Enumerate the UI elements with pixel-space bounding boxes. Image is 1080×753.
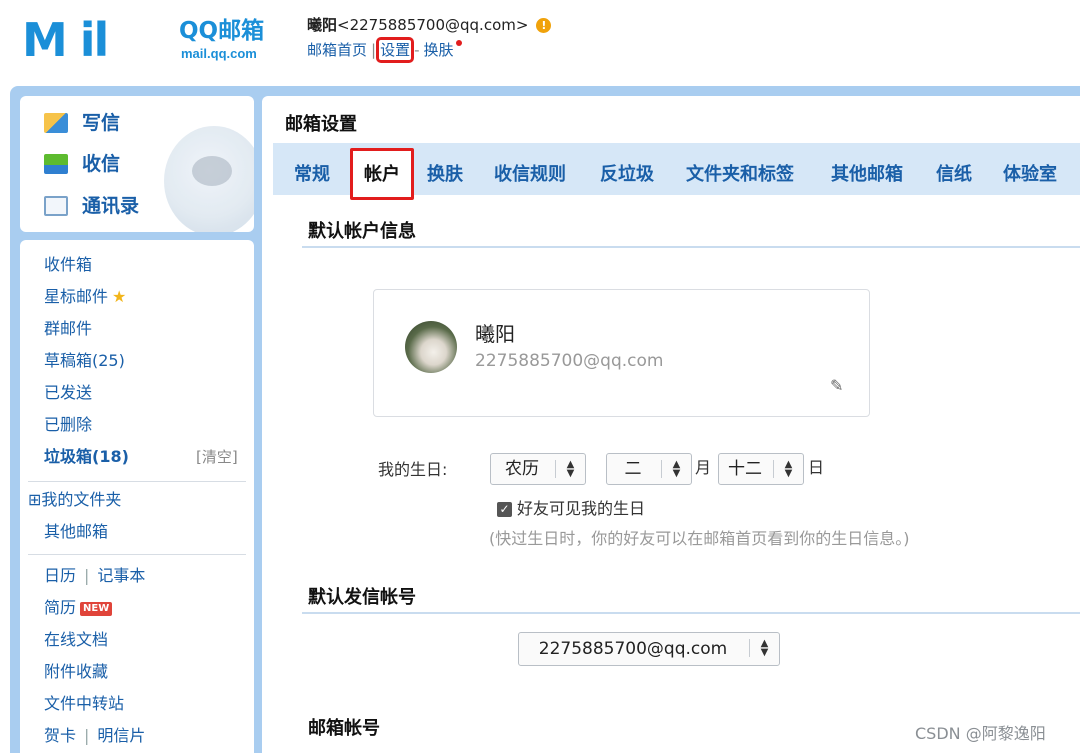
tab-stationery[interactable]: 信纸 [936, 143, 972, 195]
skin-link[interactable]: 换肤 [424, 41, 454, 59]
highlight-box [350, 148, 414, 200]
watermark: CSDN @阿黎逸阳 [915, 724, 1046, 743]
user-email: <2275885700@qq.com> [337, 16, 529, 34]
tab-antispam[interactable]: 反垃圾 [600, 143, 654, 195]
sidebar-actions: 写信 收信 通讯录 [20, 96, 254, 232]
top-links: 邮箱首页 | 设置 - 换肤 [307, 37, 462, 63]
sidebar-tools-row-2: 贺卡 | 明信片 [44, 725, 145, 747]
logo-brand: QQ邮箱 [179, 18, 265, 44]
new-badge: NEW [80, 601, 113, 616]
inbox-label: 收信 [82, 153, 121, 175]
month-unit: 月 [695, 458, 712, 477]
profile-name: 曦阳 [475, 322, 515, 346]
cards-link[interactable]: 贺卡 [44, 726, 76, 745]
divider [302, 246, 1080, 248]
star-icon: ★ [112, 287, 127, 306]
logo-url: mail.qq.com [181, 46, 257, 61]
tab-other-mailbox[interactable]: 其他邮箱 [831, 143, 903, 195]
sidebar-item-group[interactable]: 群邮件 [44, 318, 92, 340]
section-mailbox-account: 邮箱帐号 [308, 718, 380, 739]
share-birthday-checkbox[interactable]: ✓ [497, 502, 512, 517]
sender-account-select[interactable]: 2275885700@qq.com ▲ ▼ [518, 632, 780, 666]
inbox-button[interactable]: 收信 [44, 152, 120, 176]
tab-skin[interactable]: 换肤 [427, 143, 463, 195]
divider: - [414, 41, 420, 59]
section-default-account: 默认帐户信息 [308, 221, 416, 242]
select-value: 二 [624, 459, 642, 479]
sidebar-item-deleted[interactable]: 已删除 [44, 414, 92, 436]
sidebar-item-resume[interactable]: 简历 NEW [44, 597, 113, 619]
divider: | [84, 566, 90, 585]
notification-dot-icon [455, 40, 462, 46]
tab-lab[interactable]: 体验室 [1003, 143, 1057, 195]
divider [28, 481, 246, 482]
notes-link[interactable]: 记事本 [97, 566, 145, 585]
calendar-link[interactable]: 日历 [44, 566, 76, 585]
logo-wordmark: M il [22, 13, 109, 67]
contacts-icon [44, 196, 68, 216]
postcards-link[interactable]: 明信片 [97, 726, 145, 745]
sidebar-item-other-mailbox[interactable]: 其他邮箱 [44, 521, 108, 543]
select-value: 农历 [505, 459, 539, 479]
settings-link[interactable]: 设置 [376, 37, 415, 63]
sidebar-item-transfer[interactable]: 文件中转站 [44, 693, 124, 715]
select-arrows-icon: ▲ ▼ [661, 460, 691, 479]
sidebar-item-inbox[interactable]: 收件箱 [44, 254, 92, 276]
user-info: 曦阳<2275885700@qq.com>! [307, 15, 552, 35]
sidebar-item-drafts[interactable]: 草稿箱(25) [44, 350, 125, 372]
page-title: 邮箱设置 [285, 114, 357, 135]
sidebar-item-my-folders[interactable]: ⊞我的文件夹 [28, 489, 121, 511]
avatar[interactable] [405, 321, 457, 373]
birth-day-select[interactable]: 十二 ▲ ▼ [718, 453, 804, 485]
divider [28, 554, 246, 555]
divider [302, 612, 1080, 614]
divider: | [371, 41, 377, 59]
contacts-label: 通讯录 [82, 195, 140, 217]
qq-mail-logo[interactable]: M il QQ邮箱 mail.qq.com [22, 12, 287, 68]
profile-email: 2275885700@qq.com [475, 351, 664, 371]
inbox-icon [44, 154, 68, 174]
select-value: 2275885700@qq.com [538, 639, 728, 659]
sidebar-item-sent[interactable]: 已发送 [44, 382, 92, 404]
qq-mail-window: { "header": { "logo_text": "M il", "logo… [0, 0, 1080, 753]
tab-rules[interactable]: 收信规则 [494, 143, 566, 195]
user-name: 曦阳 [307, 16, 338, 34]
sidebar-item-label: 简历 [44, 598, 77, 617]
section-default-sender: 默认发信帐号 [308, 587, 416, 608]
profile-card: 曦阳 2275885700@qq.com ✎ [373, 289, 870, 417]
calendar-type-select[interactable]: 农历 ▲ ▼ [490, 453, 586, 485]
penguin-decoration-icon [164, 126, 254, 232]
sidebar-tools-row-1: 日历 | 记事本 [44, 565, 145, 587]
select-arrows-icon: ▲ ▼ [749, 639, 779, 658]
contacts-button[interactable]: 通讯录 [44, 194, 139, 218]
compose-label: 写信 [82, 112, 121, 134]
tab-general[interactable]: 常规 [294, 143, 330, 195]
compose-button[interactable]: 写信 [44, 111, 120, 135]
select-arrows-icon: ▲ ▼ [773, 460, 803, 479]
select-arrows-icon: ▲ ▼ [555, 460, 585, 479]
birthday-hint: (快过生日时，你的好友可以在邮箱首页看到你的生日信息。) [489, 529, 910, 548]
birthday-label: 我的生日: [378, 460, 448, 479]
select-value: 十二 [728, 459, 762, 479]
sidebar-folders: 收件箱 星标邮件 ★ 群邮件 草稿箱(25) 已发送 已删除 垃圾箱(18) [清… [20, 240, 254, 753]
sidebar-item-starred[interactable]: 星标邮件 ★ [44, 286, 126, 308]
compose-icon [44, 113, 68, 133]
edit-pencil-icon[interactable]: ✎ [830, 376, 843, 395]
day-unit: 日 [808, 458, 825, 477]
share-birthday-label[interactable]: 好友可见我的生日 [517, 498, 645, 520]
clear-spam-link[interactable]: [清空] [196, 446, 238, 468]
warning-icon[interactable]: ! [536, 18, 552, 33]
sidebar-item-attachments[interactable]: 附件收藏 [44, 661, 108, 683]
divider: | [84, 726, 90, 745]
sidebar-item-docs[interactable]: 在线文档 [44, 629, 108, 651]
sidebar-item-label: 星标邮件 [44, 287, 109, 306]
sidebar-item-spam[interactable]: 垃圾箱(18) [44, 446, 129, 468]
birth-month-select[interactable]: 二 ▲ ▼ [606, 453, 692, 485]
home-link[interactable]: 邮箱首页 [307, 41, 367, 59]
tab-folders-labels[interactable]: 文件夹和标签 [686, 143, 794, 195]
